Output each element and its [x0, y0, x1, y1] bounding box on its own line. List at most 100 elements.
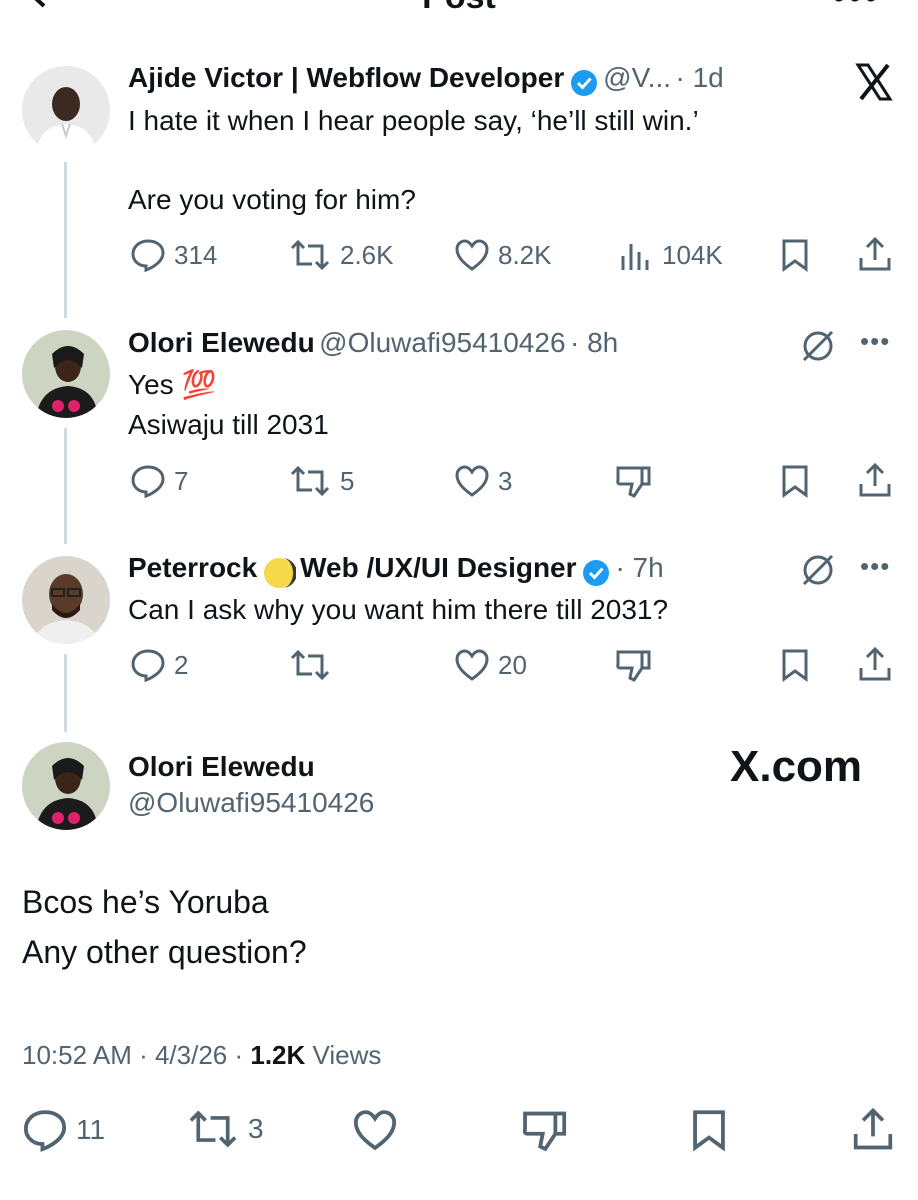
- author-name[interactable]: Olori Elewedu: [128, 751, 315, 783]
- views-count: 104K: [662, 239, 723, 270]
- reply-count: 314: [174, 239, 218, 270]
- author-name-suffix[interactable]: Web /UX/UI Designer: [300, 552, 576, 583]
- bookmark-icon: [782, 239, 808, 272]
- reply-button[interactable]: 314: [130, 238, 217, 272]
- tweet-text-line: Asiwaju till 2031: [128, 409, 329, 440]
- post-text-line: Any other question?: [22, 934, 307, 970]
- verified-badge-icon: [581, 558, 611, 588]
- like-button[interactable]: 8.2K: [454, 238, 552, 272]
- share-icon: [859, 236, 891, 271]
- tweet-text-line: I hate it when I hear people say, ‘he’ll…: [128, 105, 699, 136]
- thread-line: [64, 428, 67, 544]
- reply-button[interactable]: 11: [22, 1108, 105, 1152]
- repost-count: 2.6K: [340, 239, 394, 270]
- x-logo-icon: [854, 62, 894, 102]
- share-icon: [859, 462, 891, 497]
- thumbs-down-icon: [616, 466, 651, 498]
- avatar[interactable]: [22, 556, 110, 644]
- like-count: 8.2K: [498, 239, 552, 270]
- author-name[interactable]: Olori Elewedu: [128, 327, 315, 358]
- heart-icon: [455, 239, 489, 271]
- like-button[interactable]: 20: [454, 648, 527, 682]
- share-button[interactable]: [858, 462, 892, 498]
- moon-icon: [262, 556, 296, 590]
- tweet-text-line: Can I ask why you want him there till 20…: [128, 594, 669, 625]
- reply-button[interactable]: 2: [130, 648, 188, 682]
- thread-line: [64, 162, 67, 318]
- downvote-button[interactable]: [520, 1108, 568, 1152]
- tweet-time: · 7h: [615, 552, 664, 583]
- reply-icon: [131, 649, 165, 682]
- share-button[interactable]: [858, 646, 892, 682]
- author-name[interactable]: Peterrock: [128, 552, 257, 583]
- repost-icon: [290, 239, 330, 271]
- bookmark-button[interactable]: [690, 1108, 728, 1152]
- author-name[interactable]: Ajide Victor | Webflow Developer: [128, 62, 564, 93]
- avatar[interactable]: [22, 742, 110, 830]
- more-options-icon[interactable]: •••: [860, 551, 890, 582]
- repost-icon: [290, 649, 330, 681]
- post-timestamp: 10:52 AM · 4/3/26 ·: [22, 1040, 244, 1070]
- like-count: 20: [498, 649, 527, 680]
- tweet-time: · 1d: [675, 62, 724, 93]
- post-text-line: Bcos he’s Yoruba: [22, 884, 269, 920]
- views-button[interactable]: 104K: [618, 238, 723, 272]
- repost-button[interactable]: 5: [288, 464, 354, 498]
- thumbs-down-icon: [522, 1111, 567, 1152]
- repost-button[interactable]: 2.6K: [288, 238, 394, 272]
- downvote-button[interactable]: [614, 464, 652, 498]
- repost-count: 3: [248, 1113, 264, 1144]
- repost-button[interactable]: 3: [186, 1108, 264, 1150]
- more-options-icon[interactable]: •••: [832, 0, 880, 19]
- share-button[interactable]: [852, 1106, 894, 1152]
- avatar[interactable]: [22, 66, 110, 154]
- views-label: Views: [312, 1040, 382, 1070]
- tweet-header: Ajide Victor | Webflow Developer @V... ·…: [128, 62, 724, 98]
- like-count: 3: [498, 465, 513, 496]
- downvote-button[interactable]: [614, 648, 652, 682]
- repost-button[interactable]: [288, 648, 340, 682]
- avatar[interactable]: [22, 330, 110, 418]
- grok-icon[interactable]: [800, 328, 836, 364]
- thumbs-down-icon: [616, 650, 651, 682]
- reply-count: 11: [76, 1114, 106, 1145]
- like-button[interactable]: [352, 1108, 398, 1152]
- bookmark-icon: [693, 1110, 725, 1152]
- repost-icon: [290, 465, 330, 497]
- reply-button[interactable]: 7: [130, 464, 188, 498]
- repost-icon: [189, 1110, 237, 1148]
- bookmark-icon: [782, 465, 808, 498]
- like-button[interactable]: 3: [454, 464, 512, 498]
- grok-icon[interactable]: [800, 552, 836, 588]
- tweet-text-line: Yes 💯: [128, 369, 217, 400]
- views-chart-icon: [621, 244, 649, 270]
- bookmark-button[interactable]: [780, 648, 810, 682]
- reply-count: 7: [174, 465, 189, 496]
- tweet-text-line: Are you voting for him?: [128, 184, 416, 215]
- author-handle[interactable]: @Oluwafi95410426: [319, 327, 565, 358]
- thread-line: [64, 654, 67, 732]
- author-handle[interactable]: @Oluwafi95410426: [128, 787, 374, 819]
- heart-icon: [353, 1110, 397, 1151]
- repost-count: 5: [340, 465, 355, 496]
- bookmark-button[interactable]: [780, 238, 810, 272]
- tweet-header: Peterrock Web /UX/UI Designer · 7h: [128, 552, 664, 590]
- post-meta: 10:52 AM · 4/3/26 · 1.2K Views: [22, 1040, 381, 1071]
- watermark: X.com: [730, 742, 863, 791]
- share-icon: [859, 646, 891, 681]
- heart-icon: [455, 465, 489, 497]
- tweet-header: Olori Elewedu @Oluwafi95410426 · 8h: [128, 327, 618, 359]
- author-handle[interactable]: @V...: [603, 62, 671, 93]
- reply-icon: [131, 239, 165, 272]
- reply-icon: [23, 1110, 67, 1152]
- verified-badge-icon: [569, 68, 599, 98]
- share-button[interactable]: [858, 236, 892, 272]
- bookmark-icon: [782, 649, 808, 682]
- views-count: 1.2K: [250, 1040, 306, 1070]
- more-options-icon[interactable]: •••: [860, 326, 890, 357]
- heart-icon: [455, 649, 489, 681]
- reply-count: 2: [174, 649, 189, 680]
- bookmark-button[interactable]: [780, 464, 810, 498]
- share-icon: [853, 1107, 893, 1150]
- tweet-time: · 8h: [569, 327, 619, 358]
